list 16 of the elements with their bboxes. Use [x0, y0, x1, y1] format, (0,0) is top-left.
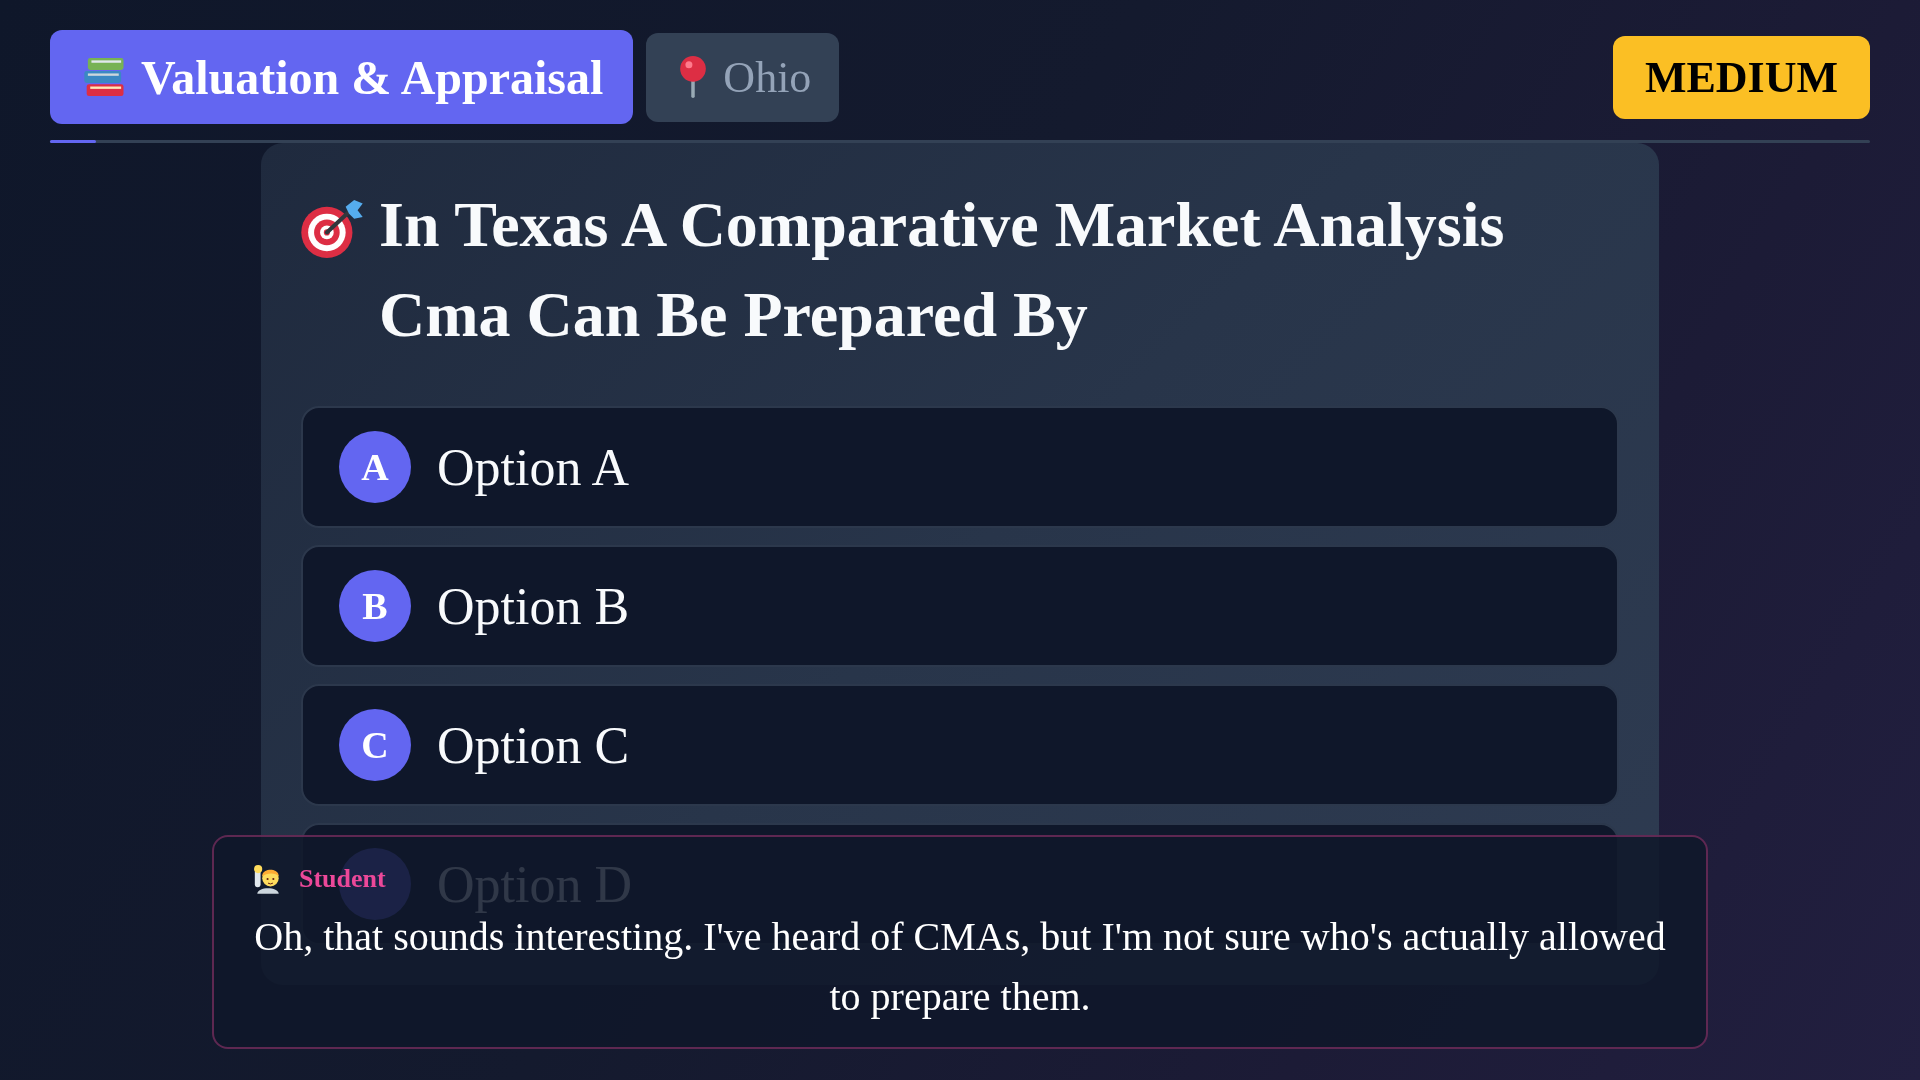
target-icon — [301, 200, 363, 258]
caption-text: Oh, that sounds interesting. I've heard of CMAs, but I'm not sure who's actually allowed to prepare them. — [253, 913, 1667, 1021]
books-icon — [83, 58, 126, 96]
answer-option[interactable]: A Option A — [301, 406, 1619, 528]
speaker-name: Student — [299, 864, 386, 894]
pin-icon — [680, 56, 707, 98]
person-raising-hand-icon — [254, 864, 282, 894]
location-name: Ohio — [723, 51, 812, 103]
question-title: In Texas A Comparative Market Analysis Cma Can Be Prepared By — [379, 188, 1506, 352]
answer-option[interactable]: B Option B — [301, 545, 1619, 667]
option-letter: B — [339, 570, 411, 642]
answer-option[interactable]: C Option C — [301, 684, 1619, 806]
category-name: Valuation & Appraisal — [141, 49, 604, 105]
difficulty-level: MEDIUM — [1612, 35, 1870, 119]
option-letter: C — [339, 709, 411, 781]
option-letter: A — [339, 431, 411, 503]
